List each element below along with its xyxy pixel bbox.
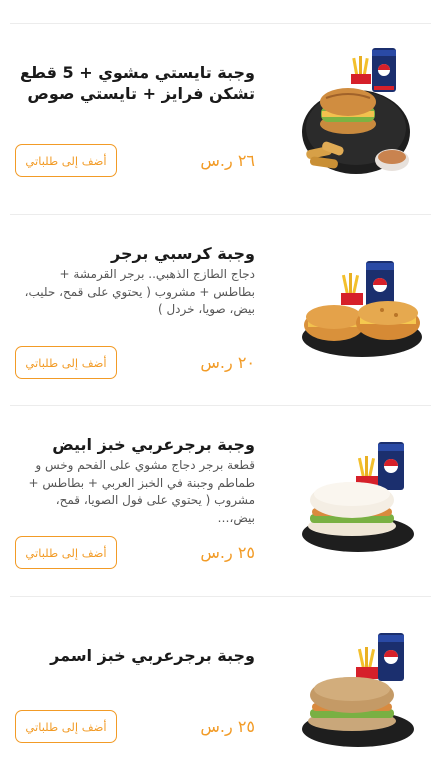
pepsi-cup-icon	[372, 48, 396, 92]
item-title: وجبة كرسبي برجر	[110, 244, 255, 263]
menu-item[interactable]: وجبة برجرعربي خبز ابيض قطعة برجر دجاج مش…	[0, 406, 441, 597]
grilled-sandwich-icon	[320, 88, 376, 134]
add-to-order-button[interactable]: أضف إلى طلباتي	[15, 710, 117, 743]
meal-image	[302, 633, 414, 747]
item-text: وجبة برجرعربي خبز اسمر	[17, 645, 255, 666]
add-to-order-button[interactable]: أضف إلى طلباتي	[15, 144, 117, 177]
item-price: ٢٦ ر.س	[200, 151, 255, 170]
item-text: وجبة برجرعربي خبز ابيض قطعة برجر دجاج مش…	[17, 434, 255, 527]
menu-item[interactable]: وجبة تايستي مشوي + 5 قطع تشكن فرايز + تا…	[0, 0, 441, 215]
item-price: ٢٥ ر.س	[200, 543, 255, 562]
meal-image	[302, 261, 422, 357]
item-price: ٢٥ ر.س	[200, 717, 255, 736]
meal-image	[302, 442, 414, 552]
item-text: وجبة كرسبي برجر دجاج الطازج الذهبي.. برج…	[17, 243, 255, 319]
sauce-icon	[375, 149, 409, 171]
add-to-order-button[interactable]: أضف إلى طلباتي	[15, 346, 117, 379]
fries-icon	[351, 56, 371, 84]
item-title: وجبة برجرعربي خبز ابيض	[52, 435, 255, 454]
item-title: وجبة برجرعربي خبز اسمر	[50, 646, 255, 665]
item-text: وجبة تايستي مشوي + 5 قطع تشكن فرايز + تا…	[17, 62, 255, 104]
meal-image	[302, 48, 410, 174]
add-to-order-button[interactable]: أضف إلى طلباتي	[15, 536, 117, 569]
pepsi-cup-icon	[378, 633, 404, 681]
item-title: وجبة تايستي مشوي + 5 قطع تشكن فرايز + تا…	[19, 63, 255, 103]
item-description: دجاج الطازج الذهبي.. برجر القرمشة + بطاط…	[24, 267, 255, 316]
item-description: قطعة برجر دجاج مشوي على الفحم وخس و طماط…	[28, 458, 255, 525]
fries-icon	[341, 273, 363, 305]
pepsi-cup-icon	[378, 442, 404, 490]
menu-item[interactable]: وجبة كرسبي برجر دجاج الطازج الذهبي.. برج…	[0, 215, 441, 406]
menu-item[interactable]: وجبة برجرعربي خبز اسمر ٢٥ ر.س أضف إلى طل…	[0, 597, 441, 781]
fries-icon	[356, 647, 378, 679]
item-price: ٢٠ ر.س	[200, 353, 255, 372]
pepsi-cup-icon	[366, 261, 394, 307]
arabic-burger-icon	[308, 482, 396, 536]
arabic-burger-icon	[308, 677, 396, 731]
